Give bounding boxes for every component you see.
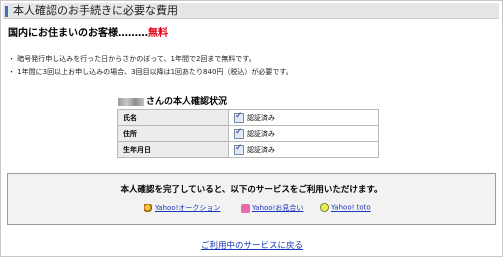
omiai-icon <box>241 203 250 213</box>
service-link-label: Yahoo!お見合い <box>252 204 304 212</box>
service-link-label: Yahoo!オークション <box>155 204 221 212</box>
return-to-service-link[interactable]: ご利用中のサービスに戻る <box>0 239 504 251</box>
section-header: 本人確認のお手続きに必要な費用 <box>3 3 499 19</box>
verification-table: 氏名 認証済み 住所 認証済み 生年月日 認証済み <box>117 109 379 158</box>
verified-status: 認証済み <box>247 113 275 122</box>
row-label-address: 住所 <box>117 125 229 142</box>
toto-icon <box>320 203 329 212</box>
fee-free-label: 無料 <box>148 28 168 39</box>
service-link-toto[interactable]: Yahoo! toto <box>320 203 371 212</box>
page-title: 本人確認のお手続きに必要な費用 <box>13 4 178 17</box>
fee-note: ・ 暗号発行申し込みを行った日からさかのぼって、1年間で2回まで無料です。 <box>8 55 256 63</box>
table-row: 住所 認証済み <box>117 125 379 142</box>
services-box: 本人確認を完了していると、以下のサービスをご利用いただけます。 Yahoo!オー… <box>7 173 496 225</box>
row-value-name: 認証済み <box>228 109 379 126</box>
checkbox-icon <box>234 127 244 139</box>
fee-headline-text: 国内にお住まいのお客様……… <box>8 28 148 39</box>
row-label-name: 氏名 <box>117 109 229 126</box>
fee-note: ・ 1年間に3回以上お申し込みの場合、3回目以降は1回あたり840円（税込）が必… <box>8 68 293 76</box>
verification-status-label: さんの本人確認状況 <box>146 97 228 107</box>
checkbox-icon <box>234 143 244 155</box>
services-message: 本人確認を完了していると、以下のサービスをご利用いただけます。 <box>120 185 383 195</box>
auction-icon <box>144 203 153 213</box>
service-link-label: Yahoo! toto <box>331 203 371 212</box>
service-link-omiai[interactable]: Yahoo!お見合い <box>241 203 303 213</box>
table-row: 氏名 認証済み <box>117 109 379 126</box>
row-value-address: 認証済み <box>228 125 379 142</box>
row-label-birthdate: 生年月日 <box>117 141 229 158</box>
service-link-auction[interactable]: Yahoo!オークション <box>144 203 220 213</box>
fee-headline: 国内にお住まいのお客様………無料 <box>8 27 168 40</box>
verified-status: 認証済み <box>247 129 275 138</box>
table-row: 生年月日 認証済み <box>117 141 379 158</box>
verification-status-title: さんの本人確認状況 <box>118 96 227 108</box>
checkbox-icon <box>234 111 244 123</box>
header-accent-bar <box>5 6 8 17</box>
fee-notes: ・ 暗号発行申し込みを行った日からさかのぼって、1年間で2回まで無料です。 ・ … <box>8 53 293 79</box>
blurred-username <box>118 97 144 106</box>
verified-status: 認証済み <box>247 145 275 154</box>
row-value-birthdate: 認証済み <box>228 141 379 158</box>
